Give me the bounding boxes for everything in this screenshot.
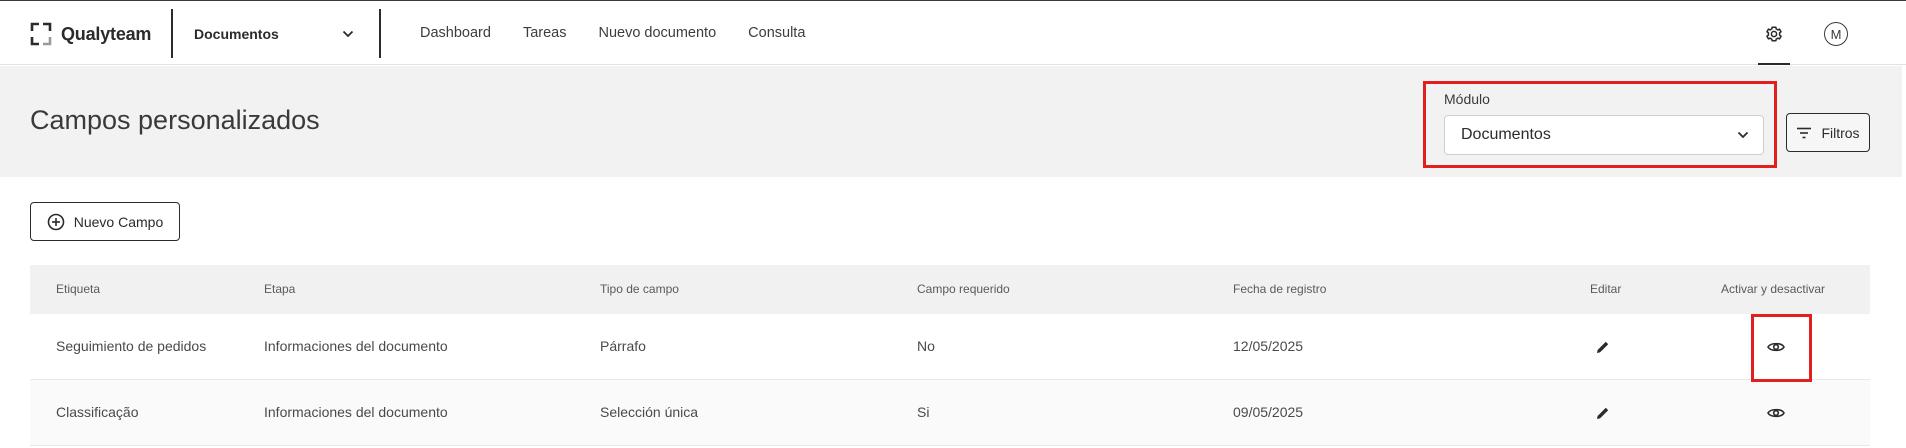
column-header-fecha: Fecha de registro bbox=[1233, 282, 1327, 296]
module-field-label: Módulo bbox=[1444, 91, 1490, 107]
nav-consulta[interactable]: Consulta bbox=[748, 25, 805, 41]
top-navigation-bar: Qualyteam Documentos Dashboard Tareas Nu… bbox=[0, 0, 1906, 65]
filter-lines-icon bbox=[1797, 127, 1812, 138]
column-header-tipo: Tipo de campo bbox=[600, 282, 679, 296]
page-header: Campos personalizados Módulo Documentos … bbox=[0, 66, 1902, 177]
module-switcher-label: Documentos bbox=[194, 26, 279, 42]
column-header-editar: Editar bbox=[1590, 282, 1622, 296]
pencil-icon bbox=[1597, 407, 1609, 419]
module-filter-highlight: Módulo Documentos bbox=[1423, 81, 1777, 168]
cell-tipo: Párrafo bbox=[600, 338, 646, 354]
chevron-down-icon bbox=[342, 30, 354, 38]
table-row: Classificação Informaciones del document… bbox=[30, 380, 1870, 446]
filters-label: Filtros bbox=[1821, 124, 1860, 141]
pencil-icon bbox=[1597, 341, 1609, 353]
settings-button[interactable] bbox=[1752, 1, 1796, 66]
cell-fecha: 09/05/2025 bbox=[1233, 404, 1304, 420]
settings-active-indicator bbox=[1758, 63, 1790, 65]
module-switcher[interactable]: Documentos bbox=[194, 22, 354, 46]
chevron-down-icon bbox=[1737, 131, 1749, 139]
cell-tipo: Selección única bbox=[600, 404, 699, 420]
eye-icon bbox=[1767, 408, 1785, 418]
module-select-value: Documentos bbox=[1461, 126, 1551, 143]
gear-icon bbox=[1766, 26, 1782, 41]
page-title: Campos personalizados bbox=[30, 105, 320, 135]
nav-nuevo-documento[interactable]: Nuevo documento bbox=[598, 25, 716, 41]
toggle-highlight-box bbox=[1751, 314, 1812, 382]
cell-requerido: No bbox=[917, 338, 935, 354]
brand-logo[interactable]: Qualyteam bbox=[30, 22, 151, 46]
new-field-label: Nuevo Campo bbox=[73, 213, 164, 230]
module-select[interactable]: Documentos bbox=[1444, 115, 1764, 155]
edit-button[interactable] bbox=[1591, 335, 1615, 359]
cell-etiqueta: Classificação bbox=[56, 404, 139, 420]
column-header-requerido: Campo requerido bbox=[917, 282, 1010, 296]
cell-etiqueta: Seguimiento de pedidos bbox=[56, 338, 207, 354]
table-row: Seguimiento de pedidos Informaciones del… bbox=[30, 314, 1870, 380]
plus-circle-icon bbox=[47, 213, 65, 230]
column-header-etiqueta: Etiqueta bbox=[56, 282, 101, 296]
toggle-visibility-button[interactable] bbox=[1764, 401, 1788, 425]
column-header-activar: Activar y desactivar bbox=[1721, 282, 1826, 296]
divider bbox=[171, 9, 173, 58]
column-header-etapa: Etapa bbox=[264, 282, 296, 296]
brand-name: Qualyteam bbox=[61, 23, 152, 44]
main-nav: Dashboard Tareas Nuevo documento Consult… bbox=[420, 25, 805, 41]
divider bbox=[379, 9, 381, 58]
table-header: Etiqueta Etapa Tipo de campo Campo reque… bbox=[30, 265, 1870, 314]
user-avatar[interactable]: M bbox=[1824, 22, 1848, 46]
edit-button[interactable] bbox=[1591, 401, 1615, 425]
qualyteam-logo-icon bbox=[30, 22, 52, 46]
cell-etapa: Informaciones del documento bbox=[264, 338, 448, 354]
nav-dashboard[interactable]: Dashboard bbox=[420, 25, 491, 41]
new-field-button[interactable]: Nuevo Campo bbox=[30, 202, 180, 241]
nav-tareas[interactable]: Tareas bbox=[523, 25, 567, 41]
cell-fecha: 12/05/2025 bbox=[1233, 338, 1304, 354]
custom-fields-table: Etiqueta Etapa Tipo de campo Campo reque… bbox=[30, 265, 1870, 446]
cell-requerido: Si bbox=[917, 404, 930, 420]
cell-etapa: Informaciones del documento bbox=[264, 404, 448, 420]
filters-button[interactable]: Filtros bbox=[1786, 113, 1870, 152]
